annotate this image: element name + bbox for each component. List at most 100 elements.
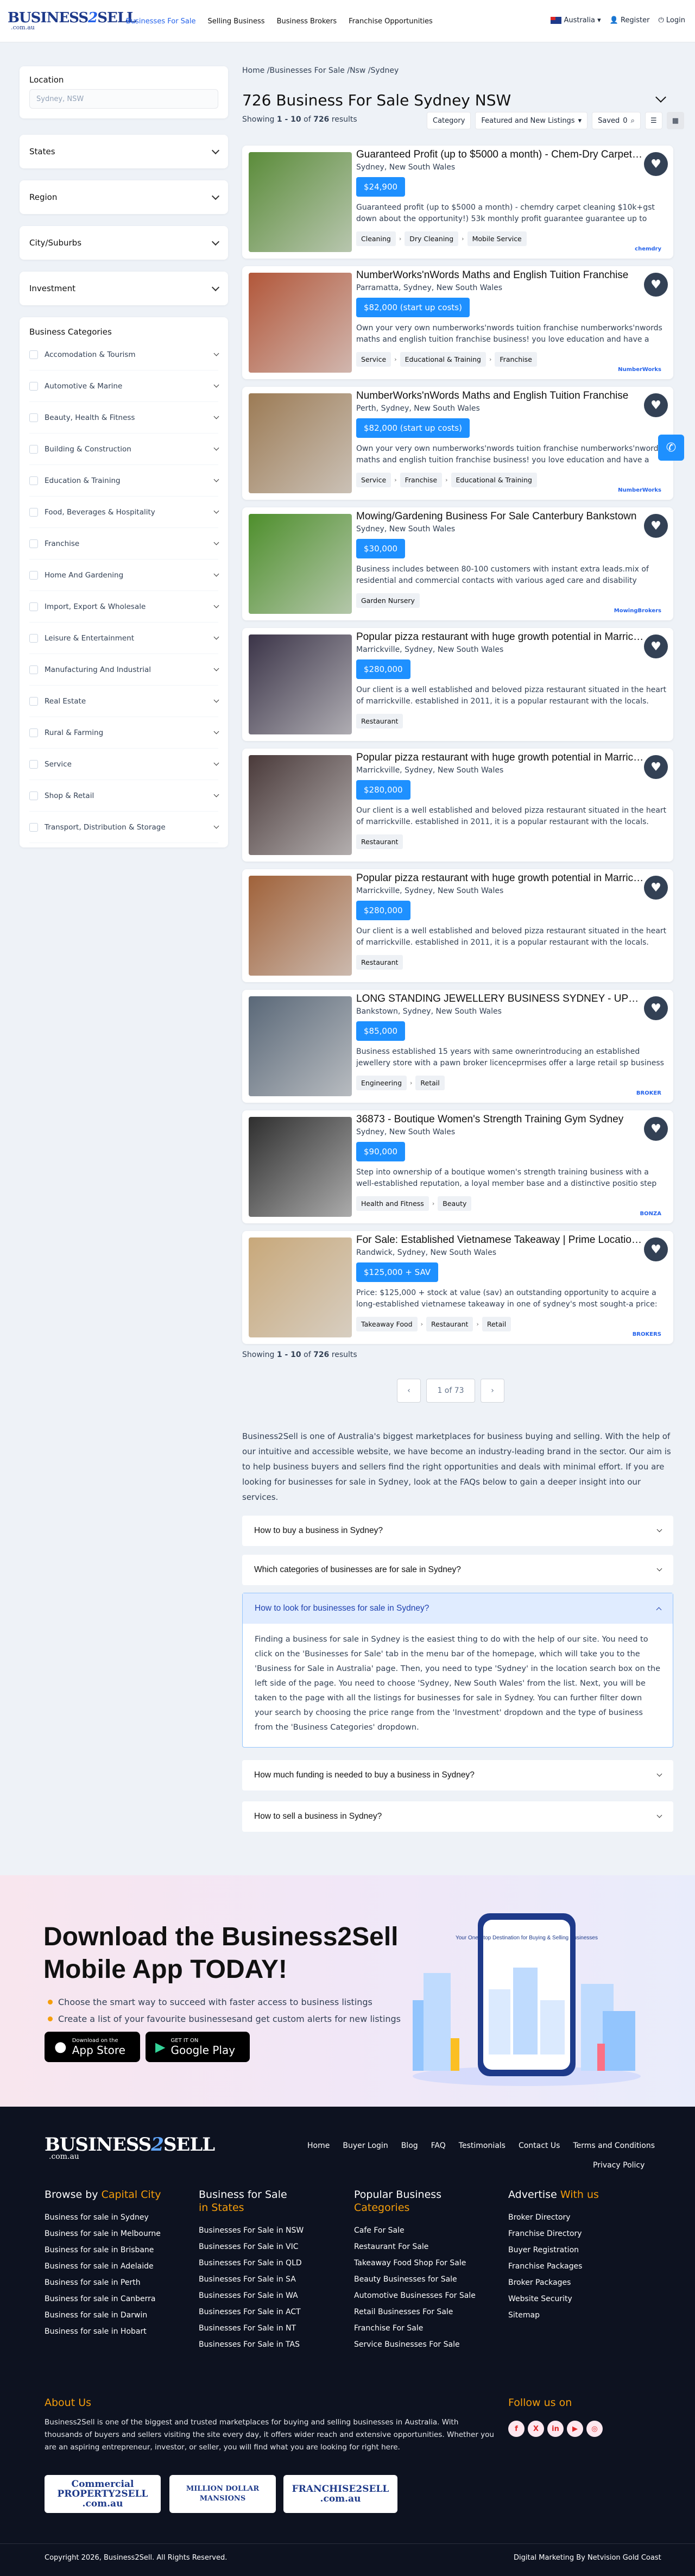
listing-title[interactable]: LONG STANDING JEWELLERY BUSINESS SYDNEY … [356,993,644,1005]
listing-card[interactable]: Popular pizza restaurant with huge growt… [242,749,673,862]
checkbox[interactable] [29,791,38,800]
country-selector[interactable]: Australia ▾ [551,16,601,24]
listing-image[interactable] [249,755,352,855]
prev-page-button[interactable]: ‹ [397,1379,421,1403]
nav-selling-business[interactable]: Selling Business [208,17,265,26]
listing-tag[interactable]: Educational & Training [400,352,486,367]
checkbox[interactable] [29,728,38,737]
category-item[interactable]: Leisure & Entertainment [29,623,219,654]
listing-title[interactable]: Popular pizza restaurant with huge growt… [356,752,644,764]
footer-link[interactable]: Franchise Packages [508,2262,599,2271]
location-input[interactable]: Sydney, NSW [29,89,218,109]
favorite-heart-icon[interactable]: ♥ [644,755,668,779]
footer-link[interactable]: Businesses For Sale in NT [199,2324,304,2333]
partner-million-dollar-mansions[interactable]: MILLION DOLLAR MANSIONS [169,2475,276,2513]
grid-view-icon[interactable]: ▦ [666,112,684,129]
footer-link[interactable]: Businesses For Sale in NSW [199,2226,304,2235]
checkbox[interactable] [29,350,38,359]
youtube-icon[interactable]: ▶ [567,2421,583,2437]
favorite-heart-icon[interactable]: ♥ [644,393,668,417]
listing-title[interactable]: Popular pizza restaurant with huge growt… [356,631,644,643]
footer-link[interactable]: Franchise Directory [508,2229,599,2238]
favorite-heart-icon[interactable]: ♥ [644,1237,668,1261]
category-button[interactable]: Category [427,112,471,129]
listing-card[interactable]: NumberWorks'nWords Maths and English Tui… [242,266,673,379]
partner-property2sell[interactable]: Commercial PROPERTY2SELL .com.au [45,2475,161,2513]
checkbox[interactable] [29,444,38,454]
saved-button[interactable]: Saved 0 ⌕ [592,112,641,129]
footer-link-testimonials[interactable]: Testimonials [459,2141,506,2150]
listing-tag[interactable]: Restaurant [356,714,403,728]
footer-link-contact[interactable]: Contact Us [519,2141,560,2150]
footer-link[interactable]: Businesses For Sale in TAS [199,2340,304,2349]
footer-link-buyer-login[interactable]: Buyer Login [343,2141,388,2150]
checkbox[interactable] [29,759,38,769]
favorite-heart-icon[interactable]: ♥ [644,273,668,297]
favorite-heart-icon[interactable]: ♥ [644,514,668,538]
partner-franchise2sell[interactable]: FRANCHISE2SELL .com.au [283,2475,397,2513]
listing-tag[interactable]: Garden Nursery [356,593,420,608]
footer-link-privacy[interactable]: Privacy Policy [593,2161,645,2170]
listing-image[interactable] [249,393,352,493]
listing-title[interactable]: For Sale: Established Vietnamese Takeawa… [356,1234,644,1246]
category-item[interactable]: Beauty, Health & Fitness [29,402,219,433]
listing-title[interactable]: Popular pizza restaurant with huge growt… [356,872,644,884]
listing-image[interactable] [249,152,352,252]
category-item[interactable]: Import, Export & Wholesale [29,591,219,623]
footer-link[interactable]: Businesses For Sale in ACT [199,2308,304,2316]
checkbox[interactable] [29,381,38,391]
app-store-button[interactable]: ● Download on the App Store [45,2032,140,2062]
listing-tag[interactable]: Beauty [438,1196,472,1211]
listing-tag[interactable]: Engineering [356,1076,407,1090]
footer-link[interactable]: Sitemap [508,2311,599,2320]
filter-city-suburbs[interactable]: City/Suburbs [20,226,228,260]
footer-link[interactable]: Franchise For Sale [354,2324,476,2333]
google-play-button[interactable]: ▶ GET IT ON Google Play [146,2032,250,2062]
next-page-button[interactable]: › [481,1379,504,1403]
listing-image[interactable] [249,634,352,734]
listing-title[interactable]: NumberWorks'nWords Maths and English Tui… [356,269,644,281]
favorite-heart-icon[interactable]: ♥ [644,1117,668,1141]
listing-card[interactable]: LONG STANDING JEWELLERY BUSINESS SYDNEY … [242,990,673,1103]
category-item[interactable]: Accomodation & Tourism [29,339,219,370]
x-twitter-icon[interactable]: X [528,2421,544,2437]
listing-image[interactable] [249,514,352,614]
footer-link[interactable]: Businesses For Sale in VIC [199,2242,304,2251]
faq-item[interactable]: How to sell a business in Sydney? [242,1801,673,1832]
site-logo[interactable]: BUSINESS2SELL .com.au [8,10,136,31]
listing-title[interactable]: Guaranteed Profit (up to $5000 a month) … [356,149,644,161]
category-item[interactable]: Franchise [29,528,219,560]
listing-image[interactable] [249,1117,352,1217]
footer-link[interactable]: Businesses For Sale in WA [199,2291,304,2300]
checkbox[interactable] [29,822,38,832]
favorite-heart-icon[interactable]: ♥ [644,876,668,900]
listing-image[interactable] [249,1237,352,1337]
listing-card[interactable]: Guaranteed Profit (up to $5000 a month) … [242,146,673,259]
footer-link[interactable]: Business for sale in Melbourne [45,2229,161,2238]
credit-link[interactable]: Digital Marketing By Netvision Gold Coas… [514,2554,661,2562]
sort-select[interactable]: Featured and New Listings ▾ [475,112,588,129]
listing-tag[interactable]: Takeaway Food [356,1317,418,1331]
listing-tag[interactable]: Dry Cleaning [405,231,459,246]
footer-link-faq[interactable]: FAQ [431,2141,446,2150]
checkbox[interactable] [29,539,38,548]
faq-item-open[interactable]: How to look for businesses for sale in S… [242,1593,673,1748]
footer-link[interactable]: Business for sale in Perth [45,2278,161,2287]
footer-link[interactable]: Beauty Businesses for Sale [354,2275,476,2284]
listing-tag[interactable]: Service [356,352,391,367]
category-item[interactable]: Transport, Distribution & Storage [29,812,219,843]
footer-link[interactable]: Businesses For Sale in SA [199,2275,304,2284]
listing-tag[interactable]: Franchise [400,473,443,487]
listing-tag[interactable]: Franchise [495,352,537,367]
footer-link-terms[interactable]: Terms and Conditions [573,2141,655,2150]
listing-image[interactable] [249,273,352,373]
listing-image[interactable] [249,996,352,1096]
faq-item[interactable]: Which categories of businesses are for s… [242,1555,673,1585]
nav-businesses-for-sale[interactable]: Businesses For Sale [126,17,196,26]
listing-title[interactable]: Mowing/Gardening Business For Sale Cante… [356,511,644,523]
chevron-down-icon[interactable] [655,92,666,103]
category-item[interactable]: Food, Beverages & Hospitality [29,497,219,528]
checkbox[interactable] [29,507,38,517]
instagram-icon[interactable]: ◎ [586,2421,603,2437]
listing-tag[interactable]: Retail [482,1317,511,1331]
